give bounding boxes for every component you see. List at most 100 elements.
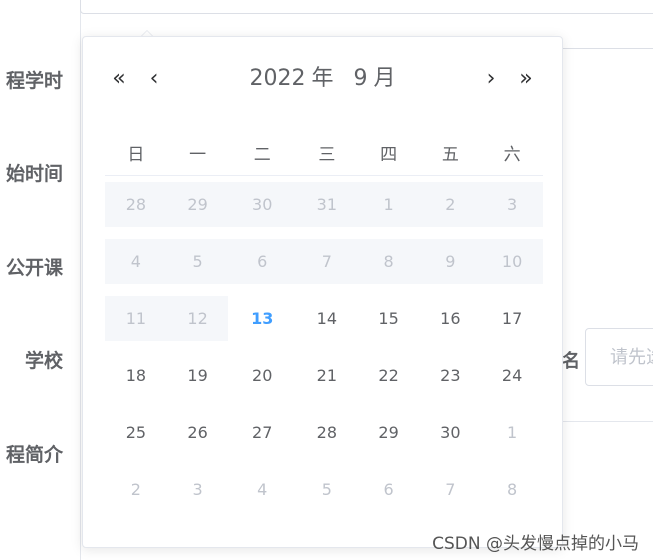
calendar-day-cell[interactable]: 1 xyxy=(481,404,543,461)
calendar-day-cell: 8 xyxy=(357,233,420,290)
calendar-day-cell[interactable]: 19 xyxy=(167,347,229,404)
day-label: 27 xyxy=(252,423,273,442)
day-label: 1 xyxy=(507,423,518,442)
label-school: 学校 xyxy=(24,350,63,372)
day-label: 30 xyxy=(440,423,461,442)
day-label: 20 xyxy=(252,366,273,385)
day-label: 5 xyxy=(321,480,332,499)
calendar-day-cell: 7 xyxy=(295,233,358,290)
day-label: 2 xyxy=(130,480,141,499)
calendar-day-cell[interactable]: 30 xyxy=(419,404,481,461)
calendar-day-cell[interactable]: 28 xyxy=(296,404,358,461)
day-label: 7 xyxy=(445,480,456,499)
calendar-body: 28 29 30 31 1 2 3 4 5 6 7 8 9 10 11 12 13 14 15 16 17 18 19 20 2… xyxy=(105,176,543,519)
day-label: 30 xyxy=(228,182,296,227)
calendar-day-cell[interactable]: 26 xyxy=(167,404,229,461)
calendar-day-cell[interactable]: 24 xyxy=(481,347,543,404)
calendar-day-cell[interactable]: 27 xyxy=(228,404,296,461)
calendar-day-cell[interactable]: 18 xyxy=(105,347,167,404)
watermark: CSDN @头发慢点掉的小马 xyxy=(432,534,639,554)
calendar-week-row: 18 19 20 21 22 23 24 xyxy=(105,347,543,404)
calendar-day-cell: 6 xyxy=(228,233,296,290)
calendar-day-cell: 31 xyxy=(295,176,358,234)
day-label: 25 xyxy=(125,423,147,442)
calendar-day-cell[interactable]: 22 xyxy=(358,347,420,404)
calendar-day-cell[interactable]: 3 xyxy=(167,461,229,518)
label-open-class: 公开课 xyxy=(5,257,63,279)
day-label: 11 xyxy=(105,296,167,341)
calendar-day-cell[interactable]: 14 xyxy=(296,290,358,347)
calendar-day-cell[interactable]: 13 xyxy=(228,290,296,347)
picker-year-suffix: 年 xyxy=(311,66,334,91)
day-label: 7 xyxy=(295,239,358,284)
day-label: 24 xyxy=(501,366,523,385)
day-label: 28 xyxy=(105,182,167,227)
calendar-day-cell[interactable]: 20 xyxy=(228,347,296,404)
date-input[interactable] xyxy=(80,0,653,14)
calendar-day-cell[interactable]: 4 xyxy=(228,461,296,518)
weekday-header: 二 xyxy=(228,129,296,176)
calendar-week-row: 28 29 30 31 1 2 3 xyxy=(105,176,543,234)
calendar-day-cell[interactable]: 5 xyxy=(296,461,358,518)
day-label: 23 xyxy=(440,366,461,385)
calendar-day-cell[interactable]: 15 xyxy=(358,290,420,347)
calendar-day-cell: 28 xyxy=(105,176,167,234)
next-year-icon[interactable]: » xyxy=(514,65,538,93)
calendar-week-row: 25 26 27 28 29 30 1 xyxy=(105,404,543,461)
calendar-day-cell: 12 xyxy=(166,290,229,347)
picker-month[interactable]: 9 xyxy=(354,66,368,91)
next-month-icon[interactable]: › xyxy=(479,65,503,93)
calendar-day-cell: 29 xyxy=(166,176,229,234)
calendar-day-cell[interactable]: 6 xyxy=(358,461,420,518)
weekday-header: 五 xyxy=(419,129,482,176)
day-label: 12 xyxy=(166,296,229,341)
calendar-day-cell: 30 xyxy=(228,176,296,234)
day-label: 4 xyxy=(257,480,268,499)
weekday-header: 三 xyxy=(295,129,358,176)
weekday-header: 日 xyxy=(105,129,167,176)
weekday-row: 日一二三四五六 xyxy=(105,129,543,176)
calendar-day-cell: 10 xyxy=(481,233,543,290)
calendar-day-cell[interactable]: 29 xyxy=(358,404,420,461)
calendar-day-cell: 2 xyxy=(419,176,482,234)
school-select-placeholder: 请先选 xyxy=(610,347,653,368)
day-label: 6 xyxy=(383,480,394,499)
day-label: 19 xyxy=(187,366,208,385)
day-label: 2 xyxy=(419,182,482,227)
calendar-day-cell[interactable]: 16 xyxy=(419,290,481,347)
day-label: 1 xyxy=(357,182,420,227)
day-label: 5 xyxy=(166,239,229,284)
calendar-day-cell[interactable]: 8 xyxy=(481,461,543,518)
weekday-header: 六 xyxy=(481,129,543,176)
calendar-day-cell[interactable]: 17 xyxy=(481,290,543,347)
label-school-name: 名 xyxy=(562,351,580,372)
date-picker-panel: « ‹ 2022 年 9月 › » 日一二三四五六 28 29 30 31 1 2 3 4 5 6 7… xyxy=(82,36,563,548)
day-label: 29 xyxy=(166,182,229,227)
day-label: 15 xyxy=(378,309,399,328)
day-label: 3 xyxy=(481,182,543,227)
day-label: 16 xyxy=(440,309,461,328)
calendar-week-row: 2 3 4 5 6 7 8 xyxy=(105,461,543,518)
calendar-day-cell: 11 xyxy=(105,290,167,347)
calendar-day-cell[interactable]: 23 xyxy=(419,347,481,404)
school-select[interactable]: 请先选 xyxy=(585,328,653,386)
label-start-time: 始时间 xyxy=(5,163,63,185)
weekday-header: 四 xyxy=(357,129,420,176)
calendar-day-cell: 3 xyxy=(481,176,543,234)
form-divider xyxy=(80,0,81,560)
day-label: 21 xyxy=(316,366,338,385)
picker-year[interactable]: 2022 xyxy=(249,66,305,91)
day-label: 31 xyxy=(295,182,358,227)
day-label: 28 xyxy=(316,423,338,442)
picker-month-suffix: 月 xyxy=(373,66,396,91)
day-label: 14 xyxy=(316,309,338,328)
calendar-day-cell[interactable]: 25 xyxy=(105,404,167,461)
calendar-day-cell[interactable]: 21 xyxy=(296,347,358,404)
day-label: 10 xyxy=(481,239,543,284)
calendar-day-cell[interactable]: 2 xyxy=(105,461,167,518)
day-label: 22 xyxy=(378,366,399,385)
calendar-day-cell: 9 xyxy=(419,233,482,290)
label-course-intro: 程简介 xyxy=(5,444,63,466)
calendar-day-cell[interactable]: 7 xyxy=(419,461,481,518)
day-label: 8 xyxy=(507,480,518,499)
